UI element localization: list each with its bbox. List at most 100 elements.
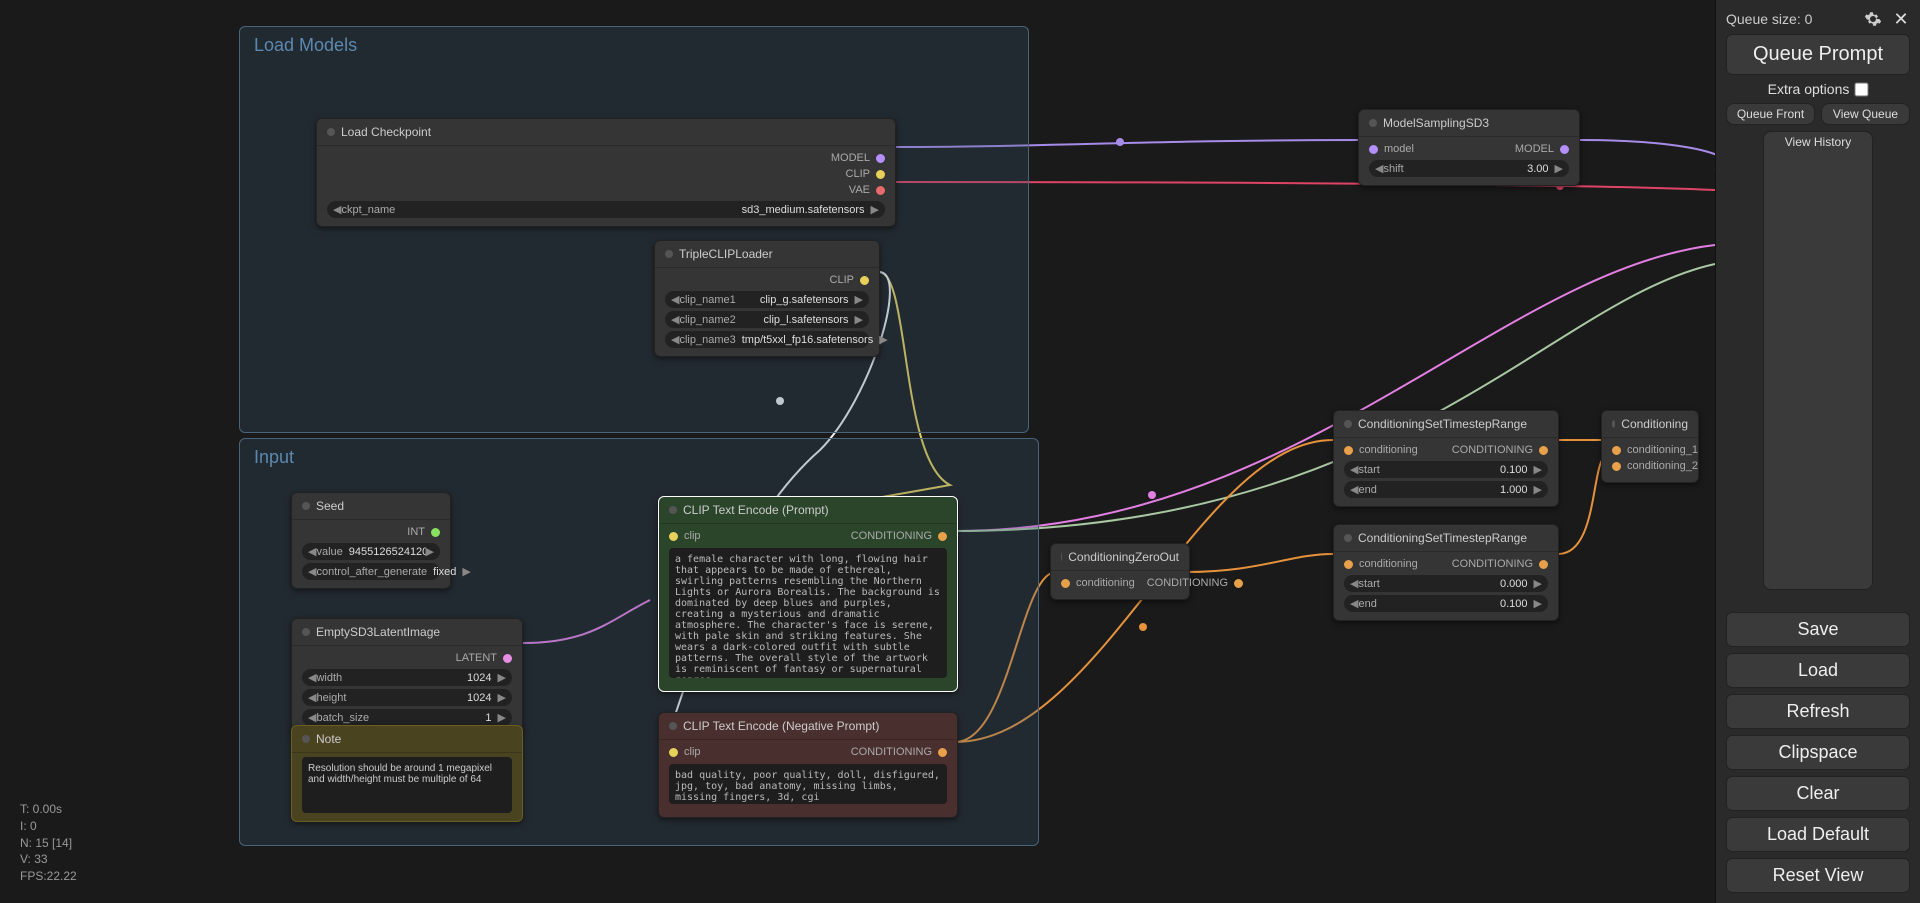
node-pos-prompt[interactable]: CLIP Text Encode (Prompt) clip CONDITION… [658, 496, 958, 692]
output-port-latent[interactable] [503, 654, 512, 663]
node-cond-combine[interactable]: Conditioning conditioning_1 conditioning… [1601, 410, 1699, 483]
metric-v: V: 33 [20, 851, 77, 868]
node-title: ConditioningSetTimestepRange [1358, 417, 1527, 431]
metrics-overlay: T: 0.00s I: 0 N: 15 [14] V: 33 FPS:22.22 [20, 801, 77, 885]
node-title: Conditioning [1621, 417, 1688, 431]
node-title: EmptySD3LatentImage [316, 625, 440, 639]
widget-ckpt-name[interactable]: ◀ ckpt_name sd3_medium.safetensors ▶ [327, 201, 885, 218]
input-port-clip[interactable] [669, 748, 678, 757]
widget-shift[interactable]: ◀shift3.00▶ [1369, 160, 1569, 177]
textarea-neg-prompt[interactable] [669, 764, 947, 804]
output-port-vae[interactable] [876, 186, 885, 195]
output-label: CLIP [824, 274, 860, 286]
node-cond-range-2[interactable]: ConditioningSetTimestepRange conditionin… [1333, 524, 1559, 621]
graph-canvas[interactable]: Load Models Input Load Checkpoint MODEL … [0, 0, 1920, 903]
input-port[interactable] [1344, 446, 1353, 455]
widget-end[interactable]: ◀end0.100▶ [1344, 595, 1548, 612]
chevron-left-icon[interactable]: ◀ [333, 203, 341, 216]
node-title: ConditioningZeroOut [1068, 550, 1179, 564]
node-empty-latent[interactable]: EmptySD3LatentImage LATENT ◀width1024▶ ◀… [291, 618, 523, 735]
clear-button[interactable]: Clear [1726, 776, 1910, 811]
extra-options-checkbox[interactable] [1855, 82, 1869, 96]
node-title: TripleCLIPLoader [679, 247, 773, 261]
extra-options-label: Extra options [1768, 81, 1850, 97]
widget-start[interactable]: ◀start0.100▶ [1344, 461, 1548, 478]
metric-t: T: 0.00s [20, 801, 77, 818]
textarea-pos-prompt[interactable] [669, 548, 947, 678]
refresh-button[interactable]: Refresh [1726, 694, 1910, 729]
widget-control[interactable]: ◀control_after_generatefixed▶ [302, 563, 440, 580]
save-button[interactable]: Save [1726, 612, 1910, 647]
node-title: CLIP Text Encode (Prompt) [683, 503, 829, 517]
widget-clip1[interactable]: ◀clip_name1clip_g.safetensors▶ [665, 291, 869, 308]
output-port[interactable] [1234, 579, 1243, 588]
widget-seed-value[interactable]: ◀value945512652412024▶ [302, 543, 440, 560]
widget-clip2[interactable]: ◀clip_name2clip_l.safetensors▶ [665, 311, 869, 328]
output-port[interactable] [1539, 560, 1548, 569]
node-cond-zero[interactable]: ConditioningZeroOut conditioning CONDITI… [1050, 543, 1190, 600]
widget-batch[interactable]: ◀batch_size1▶ [302, 709, 512, 726]
metric-n: N: 15 [14] [20, 835, 77, 852]
output-port-clip[interactable] [860, 276, 869, 285]
input-port-model[interactable] [1369, 145, 1378, 154]
load-default-button[interactable]: Load Default [1726, 817, 1910, 852]
output-port[interactable] [1539, 446, 1548, 455]
node-seed[interactable]: Seed INT ◀value945512652412024▶ ◀control… [291, 492, 451, 589]
widget-height[interactable]: ◀height1024▶ [302, 689, 512, 706]
input-port-1[interactable] [1612, 446, 1621, 455]
node-title: Note [316, 732, 341, 746]
input-label: clip [678, 530, 707, 542]
node-title: ModelSamplingSD3 [1383, 116, 1489, 130]
input-port-2[interactable] [1612, 462, 1621, 471]
output-label: VAE [843, 184, 876, 196]
view-queue-button[interactable]: View Queue [1821, 103, 1910, 125]
output-label: MODEL [825, 152, 876, 164]
group-title: Input [240, 439, 1038, 476]
chevron-right-icon[interactable]: ▶ [871, 203, 879, 216]
node-title: CLIP Text Encode (Negative Prompt) [683, 719, 879, 733]
note-text: Resolution should be around 1 megapixel … [302, 757, 512, 813]
queue-prompt-button[interactable]: Queue Prompt [1726, 34, 1910, 75]
node-cond-range-1[interactable]: ConditioningSetTimestepRange conditionin… [1333, 410, 1559, 507]
widget-end[interactable]: ◀end1.000▶ [1344, 481, 1548, 498]
output-port-conditioning[interactable] [938, 532, 947, 541]
queue-front-button[interactable]: Queue Front [1726, 103, 1815, 125]
node-title: ConditioningSetTimestepRange [1358, 531, 1527, 545]
sidebar: Queue size: 0 ✕ Queue Prompt Extra optio… [1715, 0, 1920, 903]
input-label: clip [678, 746, 707, 758]
widget-start[interactable]: ◀start0.000▶ [1344, 575, 1548, 592]
node-title: Load Checkpoint [341, 125, 431, 139]
output-label: CONDITIONING [845, 746, 938, 758]
output-port-clip[interactable] [876, 170, 885, 179]
node-neg-prompt[interactable]: CLIP Text Encode (Negative Prompt) clip … [658, 712, 958, 818]
view-history-button[interactable]: View History [1763, 131, 1873, 590]
node-load-checkpoint[interactable]: Load Checkpoint MODEL CLIP VAE ◀ ckpt_na… [316, 118, 896, 227]
metric-i: I: 0 [20, 818, 77, 835]
load-button[interactable]: Load [1726, 653, 1910, 688]
group-load-models[interactable]: Load Models [239, 26, 1029, 433]
output-label: LATENT [450, 652, 503, 664]
output-port-model[interactable] [1560, 145, 1569, 154]
output-port-conditioning[interactable] [938, 748, 947, 757]
input-port-clip[interactable] [669, 532, 678, 541]
output-label: INT [401, 526, 431, 538]
queue-size-label: Queue size: 0 [1726, 11, 1812, 27]
close-icon[interactable]: ✕ [1892, 10, 1910, 28]
output-label: CONDITIONING [845, 530, 938, 542]
gear-icon[interactable] [1864, 10, 1882, 28]
node-note[interactable]: Note Resolution should be around 1 megap… [291, 725, 523, 822]
node-model-sampling[interactable]: ModelSamplingSD3 model MODEL ◀shift3.00▶ [1358, 109, 1580, 186]
metric-fps: FPS:22.22 [20, 868, 77, 885]
widget-width[interactable]: ◀width1024▶ [302, 669, 512, 686]
clipspace-button[interactable]: Clipspace [1726, 735, 1910, 770]
output-port-model[interactable] [876, 154, 885, 163]
input-port[interactable] [1061, 579, 1070, 588]
output-port-int[interactable] [431, 528, 440, 537]
output-label: CLIP [840, 168, 876, 180]
input-port[interactable] [1344, 560, 1353, 569]
widget-clip3[interactable]: ◀clip_name3tmp/t5xxl_fp16.safetensors▶ [665, 331, 869, 348]
node-triple-clip-loader[interactable]: TripleCLIPLoader CLIP ◀clip_name1clip_g.… [654, 240, 880, 357]
group-title: Load Models [240, 27, 1028, 64]
reset-view-button[interactable]: Reset View [1726, 858, 1910, 893]
node-title: Seed [316, 499, 344, 513]
